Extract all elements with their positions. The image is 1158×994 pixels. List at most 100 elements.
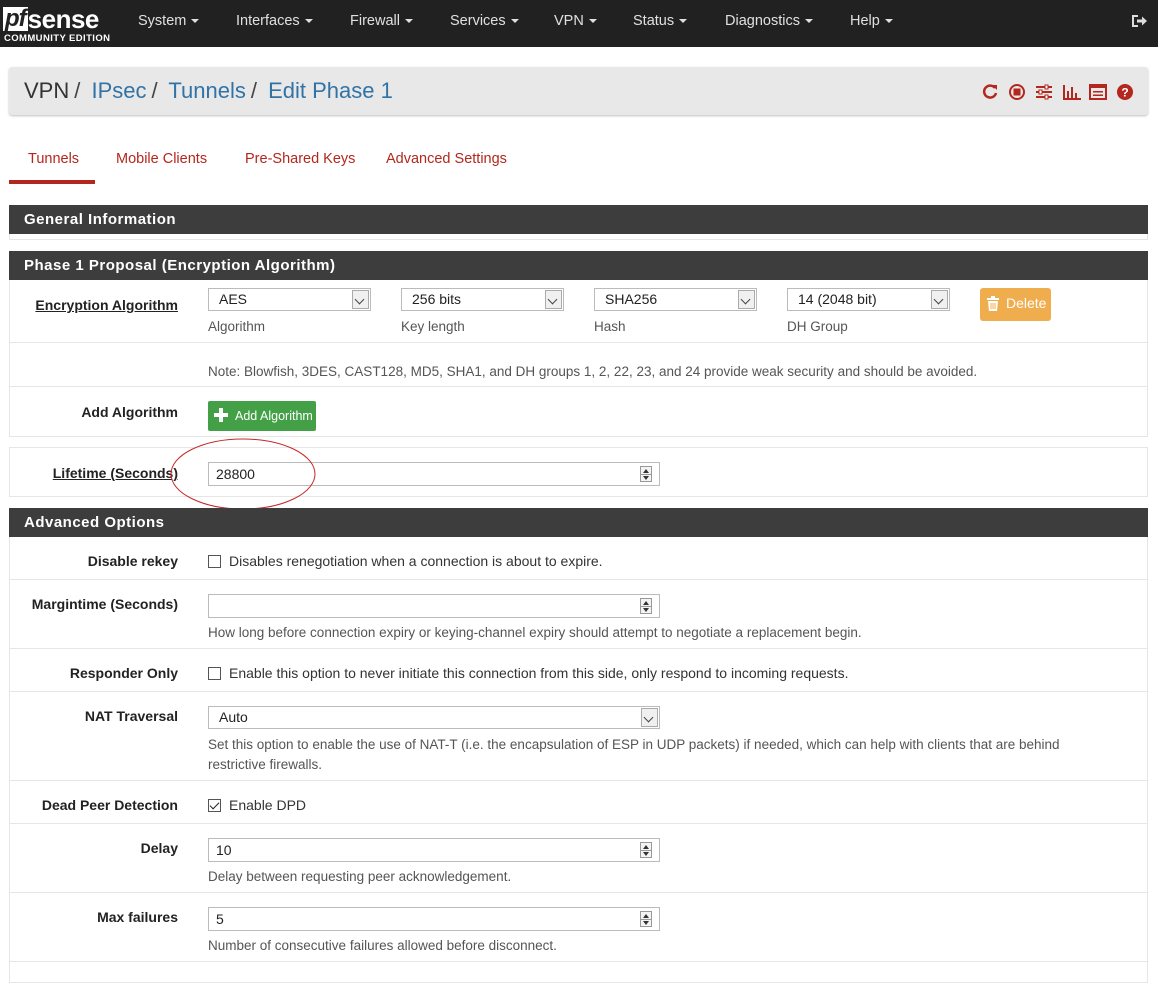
tab-mobile-clients[interactable]: Mobile Clients xyxy=(116,151,207,167)
lifetime-input[interactable]: 28800 xyxy=(208,462,660,486)
restart-service-icon[interactable] xyxy=(981,83,999,101)
trash-icon xyxy=(986,296,1000,312)
plus-icon xyxy=(214,408,228,422)
nav-help[interactable]: Help xyxy=(850,13,893,29)
breadcrumb-separator: / xyxy=(250,78,257,103)
breadcrumb-edit-phase1[interactable]: Edit Phase 1 xyxy=(268,78,393,103)
shortcut-icons: ? xyxy=(981,83,1134,101)
row-divider xyxy=(9,579,1148,580)
hash-help: Hash xyxy=(594,319,626,334)
caret-down-icon xyxy=(304,19,313,24)
spinner-icon[interactable] xyxy=(640,598,652,614)
bar-chart-icon[interactable] xyxy=(1062,83,1081,101)
help-icon[interactable]: ? xyxy=(1116,83,1134,101)
panel-general-body xyxy=(9,234,1148,240)
delete-button[interactable]: Delete xyxy=(980,288,1051,321)
algorithm-select[interactable]: AES xyxy=(208,288,371,311)
breadcrumb-bar: VPN / IPsec / Tunnels / Edit Phase 1 ? xyxy=(9,67,1148,115)
breadcrumb-root: VPN xyxy=(24,78,70,103)
spinner-icon[interactable] xyxy=(640,911,652,927)
stop-service-icon[interactable] xyxy=(1008,83,1026,101)
nav-label: Diagnostics xyxy=(725,13,800,29)
input-value: 5 xyxy=(216,911,224,927)
nav-firewall[interactable]: Firewall xyxy=(350,13,413,29)
nat-traversal-help-1: Set this option to enable the use of NAT… xyxy=(208,737,1060,752)
spinner-icon[interactable] xyxy=(640,842,652,858)
logo-wordmark: pf sense xyxy=(3,4,99,32)
nav-system[interactable]: System xyxy=(138,13,200,29)
breadcrumb: VPN / IPsec / Tunnels / Edit Phase 1 xyxy=(24,78,393,104)
select-value: 256 bits xyxy=(412,291,462,307)
nav-label: System xyxy=(138,13,187,29)
nav-vpn[interactable]: VPN xyxy=(554,13,597,29)
nav-services[interactable]: Services xyxy=(450,13,519,29)
select-value: 14 (2048 bit) xyxy=(798,291,877,307)
settings-sliders-icon[interactable] xyxy=(1035,83,1053,101)
encryption-algorithm-label: Encryption Algorithm xyxy=(35,297,178,313)
dpd-checkbox[interactable] xyxy=(208,799,221,812)
tab-pre-shared-keys[interactable]: Pre-Shared Keys xyxy=(245,151,355,167)
row-divider xyxy=(9,892,1148,893)
panel-general-information: General Information xyxy=(9,205,1148,234)
nat-traversal-label: NAT Traversal xyxy=(84,708,178,724)
margintime-help: How long before connection expiry or key… xyxy=(208,625,862,640)
tab-advanced-settings[interactable]: Advanced Settings xyxy=(386,151,507,167)
breadcrumb-separator: / xyxy=(74,78,81,103)
select-value: AES xyxy=(219,291,248,307)
nav-status[interactable]: Status xyxy=(633,13,688,29)
tab-bar: Tunnels Mobile Clients Pre-Shared Keys A… xyxy=(9,140,1148,185)
dpd-label: Dead Peer Detection xyxy=(41,797,178,813)
row-divider xyxy=(9,342,1148,343)
logout-icon[interactable] xyxy=(1130,12,1148,30)
max-failures-label: Max failures xyxy=(97,909,178,925)
dpd-text: Enable DPD xyxy=(229,797,307,813)
tab-tunnels[interactable]: Tunnels xyxy=(28,151,79,167)
key-length-select[interactable]: 256 bits xyxy=(401,288,564,311)
row-divider xyxy=(9,386,1148,387)
breadcrumb-separator: / xyxy=(151,78,158,103)
caret-down-icon xyxy=(510,19,519,24)
key-length-help: Key length xyxy=(401,319,465,334)
disable-rekey-label: Disable rekey xyxy=(87,553,178,569)
active-tab-indicator xyxy=(9,180,95,184)
disable-rekey-checkbox[interactable] xyxy=(208,555,221,568)
panel-phase1-proposal: Phase 1 Proposal (Encryption Algorithm) xyxy=(9,251,1148,280)
caret-down-icon xyxy=(804,19,813,24)
caret-down-icon xyxy=(679,19,688,24)
panel-advanced-options: Advanced Options xyxy=(9,508,1148,537)
add-algorithm-button[interactable]: Add Algorithm xyxy=(208,401,316,431)
panel-phase1-body xyxy=(9,280,1148,437)
delay-help: Delay between requesting peer acknowledg… xyxy=(208,869,512,884)
nav-diagnostics[interactable]: Diagnostics xyxy=(725,13,813,29)
hash-select[interactable]: SHA256 xyxy=(594,288,757,311)
margintime-input[interactable] xyxy=(208,594,660,618)
max-failures-input[interactable]: 5 xyxy=(208,907,660,931)
nav-label: Status xyxy=(633,13,675,29)
select-value: Auto xyxy=(219,709,248,725)
button-label: Delete xyxy=(1006,295,1047,311)
nav-interfaces[interactable]: Interfaces xyxy=(236,13,313,29)
chevron-down-icon xyxy=(545,290,562,309)
breadcrumb-tunnels[interactable]: Tunnels xyxy=(168,78,245,103)
breadcrumb-ipsec[interactable]: IPsec xyxy=(92,78,147,103)
caret-down-icon xyxy=(191,19,200,24)
responder-only-checkbox[interactable] xyxy=(208,667,221,680)
chevron-down-icon xyxy=(931,290,948,309)
delay-input[interactable]: 10 xyxy=(208,838,660,862)
button-label: Add Algorithm xyxy=(235,409,313,423)
max-failures-help: Number of consecutive failures allowed b… xyxy=(208,938,557,953)
chevron-down-icon xyxy=(738,290,755,309)
dh-group-select[interactable]: 14 (2048 bit) xyxy=(787,288,950,311)
nav-label: Help xyxy=(850,13,880,29)
input-value: 28800 xyxy=(216,466,255,482)
algorithm-help: Algorithm xyxy=(208,319,266,334)
pfsense-logo[interactable]: pf sense COMMUNITY EDITION xyxy=(3,4,111,44)
nat-traversal-select[interactable]: Auto xyxy=(208,706,660,729)
spinner-icon[interactable] xyxy=(640,466,652,482)
nav-label: Interfaces xyxy=(236,13,300,29)
nav-label: Firewall xyxy=(350,13,400,29)
log-list-icon[interactable] xyxy=(1089,83,1107,101)
row-divider xyxy=(9,691,1148,692)
delay-label: Delay xyxy=(140,840,178,856)
chevron-down-icon xyxy=(352,290,369,309)
